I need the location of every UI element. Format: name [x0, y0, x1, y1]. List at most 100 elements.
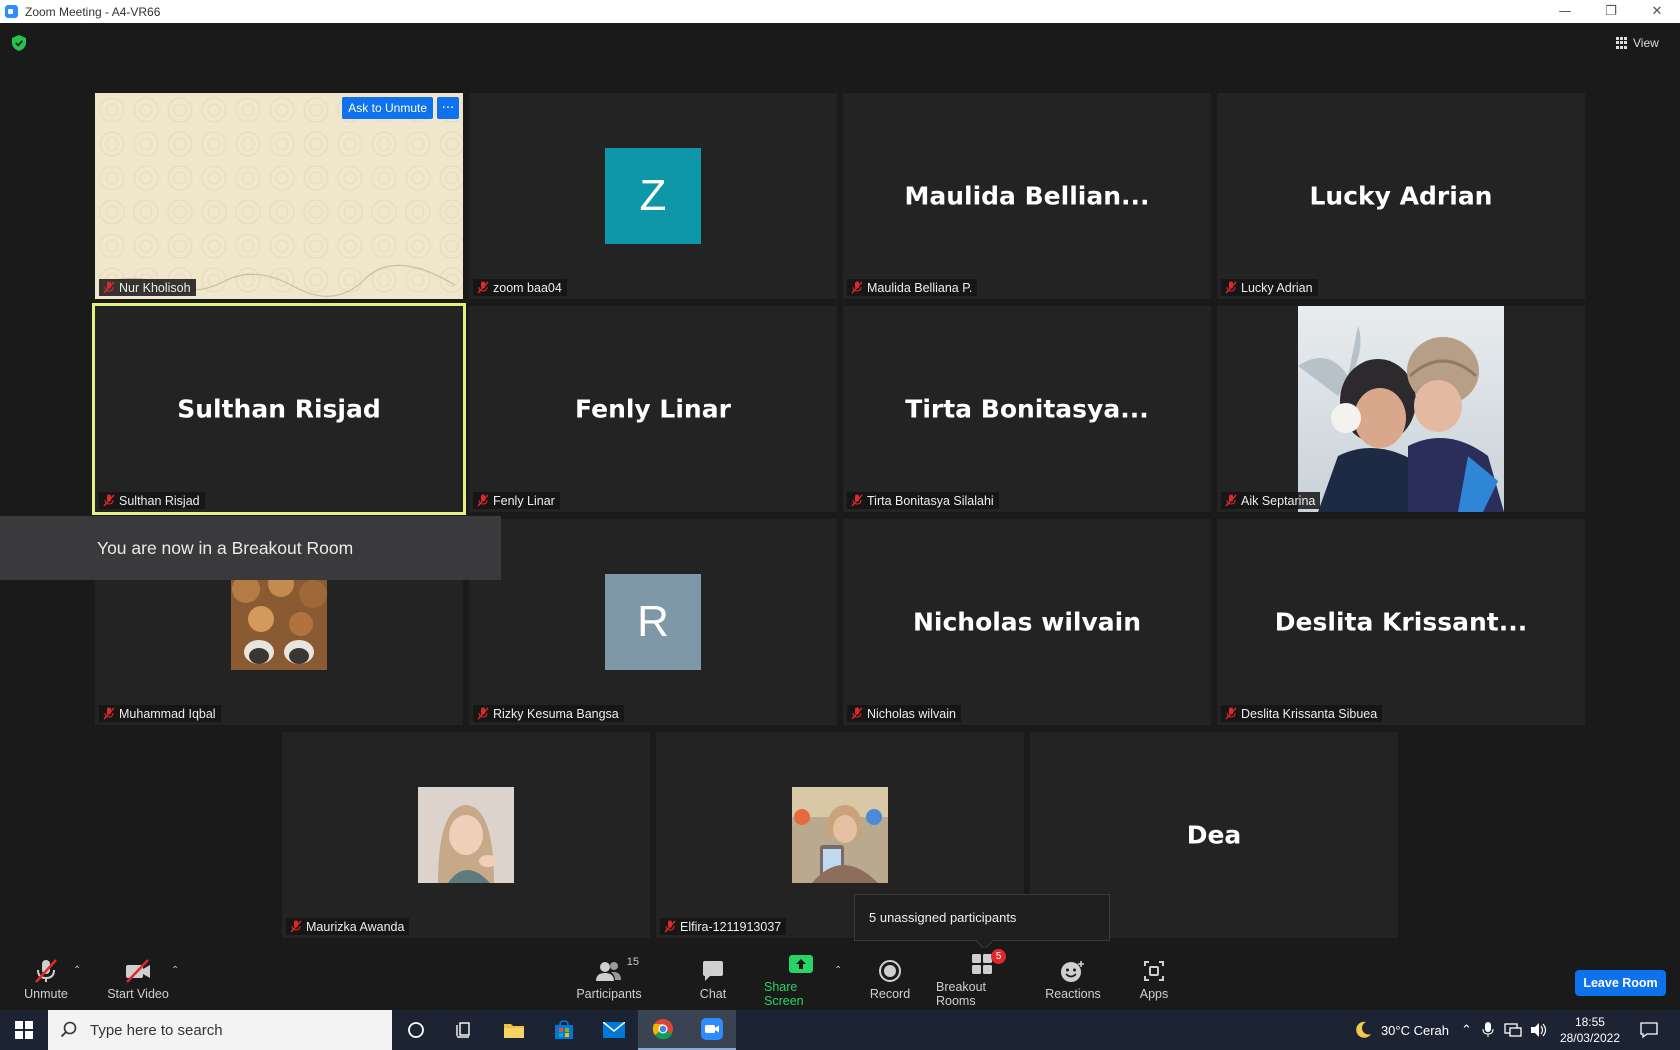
video-tile-lucky-adrian[interactable]: Lucky Adrian Lucky Adrian: [1217, 93, 1585, 299]
cortana-button[interactable]: [392, 1010, 440, 1050]
minimize-button[interactable]: —: [1542, 0, 1588, 23]
encryption-shield-icon[interactable]: [12, 35, 26, 51]
show-hidden-icons-icon[interactable]: ⌃: [1461, 1022, 1472, 1038]
video-tile-zoom-baa04[interactable]: Z zoom baa04: [469, 93, 837, 299]
name-tag: Maulida Belliana P.: [847, 279, 978, 296]
muted-mic-icon: [103, 494, 115, 507]
participants-count: 15: [626, 955, 639, 968]
file-explorer-button[interactable]: [490, 1010, 538, 1050]
participant-name: Fenly Linar: [493, 493, 555, 508]
video-tile-deslita[interactable]: Deslita Krissant... Deslita Krissanta Si…: [1217, 519, 1585, 725]
beige-background-pattern: [95, 93, 463, 299]
search-placeholder: Type here to search: [90, 1021, 223, 1039]
video-tile-aik-septarina[interactable]: Aik Septarina: [1217, 306, 1585, 512]
participant-name: Maurizka Awanda: [306, 919, 405, 934]
video-tile-tirta[interactable]: Tirta Bonitasya... Tirta Bonitasya Silal…: [843, 306, 1211, 512]
participant-name: Lucky Adrian: [1241, 280, 1313, 295]
participant-name: Aik Septarina: [1241, 493, 1316, 508]
participant-name: zoom baa04: [493, 280, 562, 295]
record-button[interactable]: Record: [870, 948, 910, 1010]
participant-name: Nur Kholisoh: [119, 280, 191, 295]
muted-mic-icon: [851, 707, 863, 720]
share-screen-icon: [789, 954, 813, 973]
task-view-button[interactable]: [440, 1010, 488, 1050]
participant-name: Deslita Krissanta Sibuea: [1241, 706, 1378, 721]
record-icon: [879, 959, 901, 982]
profile-photo: [231, 574, 327, 670]
share-screen-label: Share Screen: [764, 979, 804, 1008]
zoom-logo-icon: [5, 5, 18, 18]
breakout-rooms-badge: 5: [991, 948, 1006, 964]
start-video-button[interactable]: Start Video: [106, 948, 170, 1010]
name-tag: Deslita Krissanta Sibuea: [1221, 705, 1383, 722]
network-icon[interactable]: [1504, 1022, 1522, 1038]
muted-mic-icon: [103, 281, 115, 294]
folder-icon: [504, 1024, 524, 1038]
weather-moon-icon: [1356, 1021, 1371, 1038]
name-tag: Tirta Bonitasya Silalahi: [847, 492, 999, 509]
taskbar-search-input[interactable]: Type here to search: [48, 1010, 392, 1050]
participant-name: Muhammad Iqbal: [119, 706, 216, 721]
unmute-button[interactable]: Unmute: [16, 948, 76, 1010]
muted-mic-icon: [103, 707, 115, 720]
avatar: R: [605, 574, 701, 670]
video-tile-maulida[interactable]: Maulida Bellian... Maulida Belliana P.: [843, 93, 1211, 299]
unmute-label: Unmute: [24, 986, 68, 1001]
apps-icon: [1144, 960, 1164, 981]
video-tile-nur-kholisoh[interactable]: Ask to Unmute ··· Nur Kholisoh: [95, 93, 463, 299]
display-name: Dea: [1186, 820, 1242, 850]
avatar: Z: [605, 148, 701, 244]
share-options-caret-icon[interactable]: ⌃: [834, 965, 842, 976]
mail-button[interactable]: [590, 1010, 638, 1050]
view-button[interactable]: View: [1616, 32, 1659, 54]
name-tag: Nur Kholisoh: [99, 279, 196, 296]
ask-to-unmute-button[interactable]: Ask to Unmute: [342, 97, 433, 119]
chat-button[interactable]: Chat: [693, 948, 733, 1010]
zoom-taskbar-button[interactable]: [688, 1010, 736, 1050]
video-options-caret-icon[interactable]: ⌃: [171, 965, 179, 976]
participants-button[interactable]: 15 Participants: [572, 948, 646, 1010]
chrome-button[interactable]: [638, 1010, 688, 1050]
task-view-icon: [456, 1022, 470, 1038]
participant-name: Sulthan Risjad: [119, 493, 200, 508]
muted-mic-icon: [477, 707, 489, 720]
display-name: Lucky Adrian: [1309, 181, 1493, 211]
more-options-button[interactable]: ···: [437, 97, 459, 119]
video-tile-rizky[interactable]: R Rizky Kesuma Bangsa: [469, 519, 837, 725]
breakout-rooms-button[interactable]: 5 Breakout Rooms: [936, 948, 1028, 1010]
restore-button[interactable]: ❐: [1588, 0, 1634, 23]
taskbar-clock[interactable]: 18:55 28/03/2022: [1560, 1014, 1620, 1046]
name-tag: Rizky Kesuma Bangsa: [473, 705, 624, 722]
muted-mic-icon: [1225, 281, 1237, 294]
reactions-button[interactable]: Reactions: [1045, 948, 1101, 1010]
system-tray: 30°C Cerah ⌃ 18:55 28/03/2022: [1353, 1010, 1680, 1050]
microphone-tray-icon[interactable]: [1482, 1022, 1494, 1038]
store-button[interactable]: [540, 1010, 588, 1050]
weather-text[interactable]: 30°C Cerah: [1381, 1023, 1449, 1038]
clock-time: 18:55: [1574, 1015, 1605, 1029]
notifications-icon[interactable]: [1640, 1021, 1658, 1039]
start-button[interactable]: [0, 1010, 48, 1050]
muted-mic-icon: [477, 494, 489, 507]
video-tile-maurizka[interactable]: Maurizka Awanda: [282, 732, 650, 938]
apps-button[interactable]: Apps: [1136, 948, 1172, 1010]
grid-view-icon: [1616, 37, 1628, 49]
display-name: Sulthan Risjad: [177, 394, 381, 424]
video-tile-nicholas[interactable]: Nicholas wilvain Nicholas wilvain: [843, 519, 1211, 725]
leave-room-button[interactable]: Leave Room: [1575, 970, 1666, 996]
name-tag: Elfira-1211913037: [660, 918, 787, 935]
participant-name: Elfira-1211913037: [680, 919, 782, 934]
video-tile-sulthan-risjad[interactable]: Sulthan Risjad Sulthan Risjad: [92, 303, 466, 515]
display-name: Deslita Krissant...: [1274, 607, 1528, 637]
video-tile-fenly-linar[interactable]: Fenly Linar Fenly Linar: [469, 306, 837, 512]
mail-icon: [603, 1022, 625, 1038]
volume-icon[interactable]: [1530, 1022, 1548, 1038]
profile-photo: [418, 787, 514, 883]
video-off-icon: [126, 958, 150, 983]
audio-options-caret-icon[interactable]: ⌃: [73, 965, 81, 976]
display-name: Tirta Bonitasya...: [905, 394, 1149, 424]
muted-mic-icon: [477, 281, 489, 294]
muted-mic-icon: [290, 920, 302, 933]
share-screen-button[interactable]: Share Screen: [764, 948, 838, 1010]
close-button[interactable]: ✕: [1634, 0, 1680, 23]
